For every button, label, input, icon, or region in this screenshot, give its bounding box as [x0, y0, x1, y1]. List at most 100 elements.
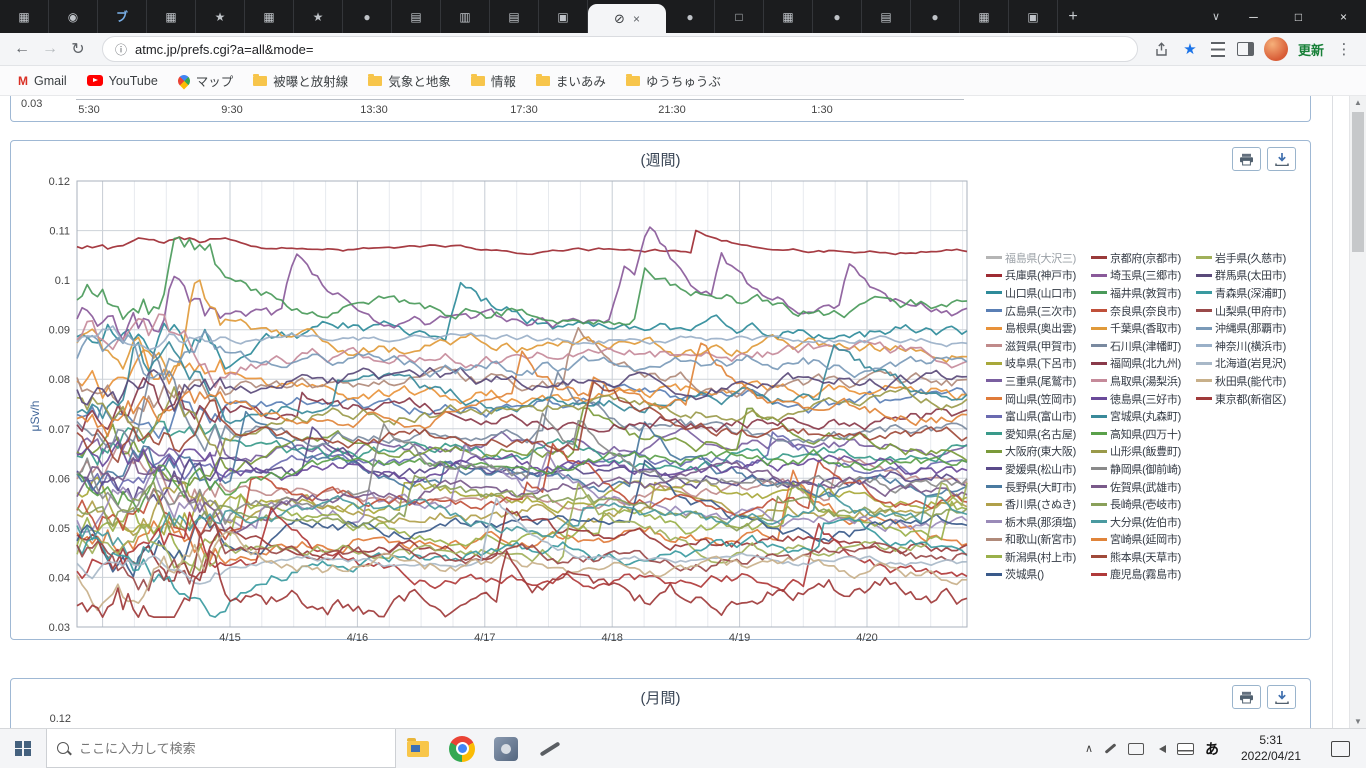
share-icon[interactable]: [1148, 35, 1176, 63]
legend-item[interactable]: 長崎県(壱岐市): [1091, 495, 1196, 513]
legend-item[interactable]: 福井県(敦賀市): [1091, 284, 1196, 302]
touch-keyboard-icon[interactable]: [1177, 742, 1194, 755]
legend-item[interactable]: 京都府(京都市): [1091, 249, 1196, 267]
legend-item[interactable]: 千葉県(香取市): [1091, 319, 1196, 337]
legend-item[interactable]: 大分県(佐伯市): [1091, 513, 1196, 531]
window-maximize-button[interactable]: □: [1276, 0, 1321, 33]
legend-item[interactable]: 宮崎県(延岡市): [1091, 531, 1196, 549]
scroll-down-arrow[interactable]: ▼: [1350, 717, 1366, 726]
legend-item[interactable]: 徳島県(三好市): [1091, 390, 1196, 408]
bookmark-item[interactable]: YouTube: [79, 71, 166, 91]
legend-item[interactable]: 石川県(津幡町): [1091, 337, 1196, 355]
bookmark-item[interactable]: M Gmail: [10, 71, 75, 91]
browser-tab[interactable]: ▤: [862, 0, 911, 33]
window-close-button[interactable]: ×: [1321, 0, 1366, 33]
taskbar-search-input[interactable]: [77, 739, 361, 757]
bookmark-item[interactable]: 情報: [463, 68, 524, 93]
browser-tab[interactable]: ●: [666, 0, 715, 33]
reading-list-icon[interactable]: [1204, 35, 1232, 63]
site-info-icon[interactable]: ⓘ: [115, 41, 127, 58]
browser-tab-active[interactable]: ⊘ ×: [588, 4, 666, 33]
reload-button[interactable]: ↻: [64, 35, 92, 63]
browser-tab[interactable]: ●: [813, 0, 862, 33]
bookmark-item[interactable]: ゆうちゅうぶ: [618, 68, 729, 93]
legend-item[interactable]: 鳥取県(湯梨浜): [1091, 372, 1196, 390]
legend-item[interactable]: 鹿児島(霧島市): [1091, 566, 1196, 584]
legend-item[interactable]: 東京都(新宿区): [1196, 390, 1301, 408]
new-tab-button[interactable]: +: [1058, 3, 1088, 31]
legend-item[interactable]: 長野県(大町市): [986, 478, 1091, 496]
legend-item[interactable]: 高知県(四万十): [1091, 425, 1196, 443]
legend-item[interactable]: 和歌山(新宮市): [986, 531, 1091, 549]
pen-app-button[interactable]: [528, 729, 572, 768]
legend-item[interactable]: 岩手県(久慈市): [1196, 249, 1301, 267]
pen-input-icon[interactable]: [1104, 743, 1117, 754]
browser-tab[interactable]: ●: [911, 0, 960, 33]
start-button[interactable]: [0, 729, 46, 768]
action-center-icon[interactable]: [1331, 740, 1350, 757]
legend-item[interactable]: 愛知県(名古屋): [986, 425, 1091, 443]
legend-item[interactable]: 新潟県(村上市): [986, 548, 1091, 566]
legend-item[interactable]: 神奈川(横浜市): [1196, 337, 1301, 355]
browser-tab[interactable]: ▤: [392, 0, 441, 33]
legend-item[interactable]: 福島県(大沢三): [986, 249, 1091, 267]
volume-icon[interactable]: [1155, 744, 1166, 753]
legend-item[interactable]: 三重県(尾鷲市): [986, 372, 1091, 390]
profile-avatar[interactable]: [1263, 37, 1288, 61]
legend-item[interactable]: 愛媛県(松山市): [986, 460, 1091, 478]
taskbar-search[interactable]: [46, 729, 396, 768]
legend-item[interactable]: 青森県(深浦町): [1196, 284, 1301, 302]
browser-tab[interactable]: ▦: [245, 0, 294, 33]
bookmark-star-icon[interactable]: ★: [1176, 35, 1204, 63]
browser-tab[interactable]: ▤: [490, 0, 539, 33]
legend-item[interactable]: 兵庫県(神戸市): [986, 267, 1091, 285]
scroll-up-arrow[interactable]: ▲: [1350, 98, 1366, 107]
window-minimize-button[interactable]: ─: [1231, 0, 1276, 33]
ime-indicator[interactable]: あ: [1205, 739, 1219, 759]
legend-item[interactable]: 埼玉県(三郷市): [1091, 267, 1196, 285]
bookmark-item[interactable]: マップ: [170, 68, 242, 93]
legend-item[interactable]: 宮城県(丸森町): [1091, 407, 1196, 425]
legend-item[interactable]: 山梨県(甲府市): [1196, 302, 1301, 320]
legend-item[interactable]: 群馬県(太田市): [1196, 267, 1301, 285]
bookmark-item[interactable]: 気象と地象: [360, 68, 459, 93]
print-button[interactable]: [1232, 147, 1261, 171]
browser-tab[interactable]: ●: [343, 0, 392, 33]
browser-tab[interactable]: □: [715, 0, 764, 33]
browser-tab[interactable]: ブ: [98, 0, 147, 33]
file-explorer-button[interactable]: [396, 729, 440, 768]
legend-item[interactable]: 沖縄県(那覇市): [1196, 319, 1301, 337]
tab-search-caret-icon[interactable]: ∨: [1201, 10, 1231, 23]
browser-tab[interactable]: ▣: [539, 0, 588, 33]
legend-item[interactable]: 秋田県(能代市): [1196, 372, 1301, 390]
download-button[interactable]: [1267, 685, 1296, 709]
display-icon[interactable]: [1128, 742, 1144, 755]
legend-item[interactable]: 岡山県(笠岡市): [986, 390, 1091, 408]
browser-tab[interactable]: ▣: [1009, 0, 1058, 33]
legend-item[interactable]: 岐阜県(下呂市): [986, 355, 1091, 373]
menu-icon[interactable]: ⋮: [1330, 35, 1358, 63]
page-scrollbar[interactable]: ▲ ▼: [1349, 96, 1366, 728]
legend-item[interactable]: 静岡県(御前崎): [1091, 460, 1196, 478]
chrome-button[interactable]: [440, 729, 484, 768]
address-bar[interactable]: ⓘ atmc.jp/prefs.cgi?a=all&mode=: [102, 36, 1138, 62]
legend-item[interactable]: 北海道(岩見沢): [1196, 355, 1301, 373]
browser-tab[interactable]: ★: [196, 0, 245, 33]
browser-tab[interactable]: ▦: [764, 0, 813, 33]
browser-tab[interactable]: ★: [294, 0, 343, 33]
legend-item[interactable]: 佐賀県(武雄市): [1091, 478, 1196, 496]
legend-item[interactable]: 香川県(さぬき): [986, 495, 1091, 513]
legend-item[interactable]: 富山県(富山市): [986, 407, 1091, 425]
legend-item[interactable]: 島根県(奥出雲): [986, 319, 1091, 337]
legend-item[interactable]: 福岡県(北九州): [1091, 355, 1196, 373]
browser-tab[interactable]: ▦: [960, 0, 1009, 33]
scrollbar-thumb[interactable]: [1352, 112, 1364, 252]
browser-tab[interactable]: ▥: [441, 0, 490, 33]
update-button[interactable]: 更新: [1292, 40, 1330, 59]
legend-item[interactable]: 栃木県(那須塩): [986, 513, 1091, 531]
back-button[interactable]: ←: [8, 35, 36, 63]
bookmark-item[interactable]: 被曝と放射線: [245, 68, 356, 93]
side-panel-icon[interactable]: [1232, 35, 1260, 63]
taskbar-clock[interactable]: 5:31 2022/04/21: [1230, 733, 1312, 764]
browser-tab[interactable]: ▦: [147, 0, 196, 33]
